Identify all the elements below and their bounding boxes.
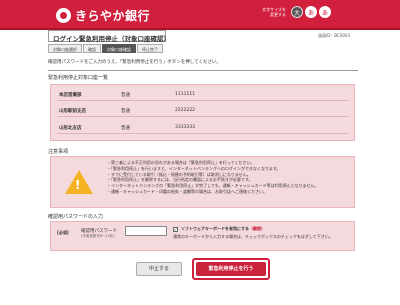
required-badge: [必須] [57,230,69,235]
account-type: 普通 [121,93,130,98]
notes-list: 第三者による不正利用の恐れがある場合は「緊急利用停止」を行ってください。 「緊急… [107,160,351,195]
step-indicator: 対象口座選択 確認 対象口座確認 停止完了 [48,44,164,53]
header-bar: きらやか銀行 文字サイズを変更する 大 あ あ [0,0,400,30]
accounts-table: 本店営業部 普通 1111111 山形駅前支店 普通 2222222 山形北支店… [50,84,355,141]
step-4: 停止完了 [137,44,163,53]
logo-mark-icon [56,8,71,23]
step-2: 確認 [83,44,101,53]
account-number: 3333333 [175,125,196,130]
step-1: 対象口座選択 [48,44,82,53]
notes-section-label: 注意事項 [48,149,69,155]
font-size-medium-button[interactable]: あ [305,6,317,18]
account-type: 普通 [121,126,130,131]
password-section-label: 確認用パスワードの入力 [48,214,104,220]
divider [48,70,358,71]
branch-name: 山形駅前支店 [59,109,86,114]
software-keyboard-checkbox[interactable]: ✓ [173,227,178,232]
software-keyboard-label: ソフトウェアキーボードを有効にする（解説） [181,226,265,232]
bank-logo[interactable]: きらやか銀行 [56,7,150,24]
font-size-large-button[interactable]: 大 [291,6,303,18]
font-size-switcher: 文字サイズを変更する 大 あ あ [262,6,331,18]
font-size-label: 文字サイズを変更する [262,7,286,17]
branch-name: 本店営業部 [59,93,82,98]
password-field-hint: (半角英数字6～12桁) [81,234,115,238]
account-number: 1111111 [175,92,196,97]
cancel-button[interactable]: 中止する [136,262,182,276]
keyboard-help-link[interactable]: （解説） [249,226,265,231]
logo-text: きらやか銀行 [75,9,151,23]
page-title: ログイン緊急利用停止（対象口座確認） [48,30,170,43]
screen-id: 画面ID：BCS003 [318,33,350,38]
password-panel: [必須] 確認用パスワード (半角英数字6～12桁) ✓ ソフトウェアキーボード… [50,221,355,251]
emergency-stop-button[interactable]: 緊急利用停止を行う [196,262,266,276]
software-keyboard-label-text: ソフトウェアキーボードを有効にする [181,226,250,231]
table-row: 山形駅前支店 普通 2222222 [57,104,349,117]
account-number: 2222222 [175,108,196,113]
table-row: 山形北支店 普通 3333333 [57,121,349,134]
branch-name: 山形北支店 [59,126,82,131]
accounts-section-label: 緊急利用停止対象口座一覧 [48,75,109,81]
exclamation-icon: ! [75,178,81,192]
font-size-small-button[interactable]: あ [319,6,331,18]
notes-panel: ! 第三者による不正利用の恐れがある場合は「緊急利用停止」を行ってください。 「… [50,156,355,208]
step-3-current: 対象口座確認 [102,44,136,53]
list-item: 通帳・キャッシュカード・印鑑の紛失・盗難等の場合は、お取引店へご連絡ください。 [107,189,351,195]
keyboard-note: 通常のキーボードから入力する場合は、チェックボックスのチェックをはずして下さい。 [173,234,333,239]
password-input[interactable] [125,226,167,236]
table-row: 本店営業部 普通 1111111 [57,88,349,101]
intro-text: 確認用パスワードをご入力のうえ、「緊急利用停止を行う」ボタンを押してください。 [48,60,221,65]
account-type: 普通 [121,109,130,114]
